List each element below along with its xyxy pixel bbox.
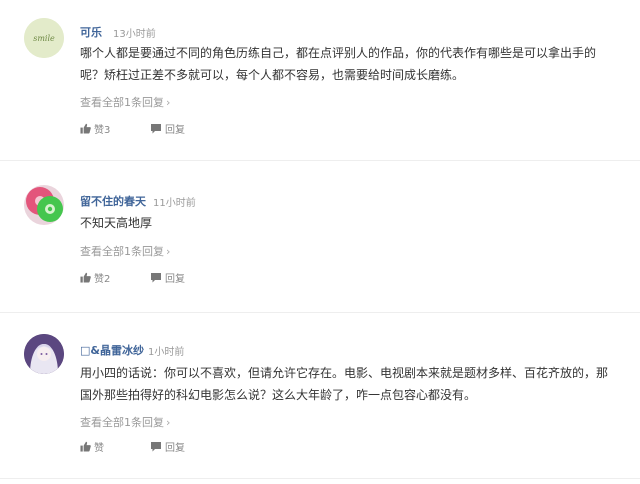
avatar[interactable]: [24, 185, 64, 225]
thumbs-up-icon: [80, 123, 91, 134]
reply-label: 回复: [165, 274, 185, 285]
reply-button[interactable]: 回复: [150, 270, 185, 285]
username[interactable]: 可乐: [80, 24, 102, 40]
like-count: 赞: [94, 443, 104, 454]
svg-text:smile: smile: [33, 34, 55, 43]
view-replies-link[interactable]: 查看全部1条回复 ›: [80, 243, 170, 259]
comment-icon: [151, 124, 161, 134]
reply-button[interactable]: 回复: [150, 439, 185, 454]
divider: [0, 312, 640, 313]
avatar-image: [24, 185, 64, 225]
like-button[interactable]: 赞: [80, 439, 104, 454]
reply-button[interactable]: 回复: [150, 121, 185, 136]
avatar-image: [24, 334, 64, 374]
avatar[interactable]: [24, 334, 64, 374]
timestamp: 1小时前: [148, 347, 185, 358]
like-count: 赞3: [94, 125, 111, 136]
view-replies-label: 查看全部1条回复: [80, 96, 164, 109]
thumbs-up-icon: [80, 272, 91, 283]
chevron-right-icon: ›: [166, 416, 171, 429]
view-replies-label: 查看全部1条回复: [80, 245, 164, 258]
comment-icon: [151, 273, 161, 283]
comment-text: 哪个人都是要通过不同的角色历练自己，都在点评别人的作品，你的代表作有哪些是可以拿…: [80, 46, 597, 82]
comment-text: 用小四的话说：你可以不喜欢，但请允许它存在。电影、电视剧本来就是题材多样、百花齐…: [80, 366, 609, 402]
username[interactable]: □&晶雷冰纱: [80, 342, 144, 358]
timestamp: 13小时前: [113, 29, 156, 40]
timestamp: 11小时前: [153, 198, 196, 209]
view-replies-label: 查看全部1条回复: [80, 416, 164, 429]
comment-icon: [151, 442, 161, 452]
comment-text: 不知天高地厚: [80, 216, 153, 230]
view-replies-link[interactable]: 查看全部1条回复 ›: [80, 94, 170, 110]
chevron-right-icon: ›: [166, 96, 171, 109]
like-button[interactable]: 赞3: [80, 121, 110, 136]
avatar-image: smile: [24, 18, 64, 58]
reply-label: 回复: [165, 443, 185, 454]
like-count: 赞2: [94, 274, 111, 285]
like-button[interactable]: 赞2: [80, 270, 110, 285]
thumbs-up-icon: [80, 441, 91, 452]
chevron-right-icon: ›: [166, 245, 171, 258]
reply-label: 回复: [165, 125, 185, 136]
divider: [0, 160, 640, 161]
view-replies-link[interactable]: 查看全部1条回复 ›: [80, 414, 170, 430]
divider: [0, 478, 640, 479]
avatar[interactable]: smile: [24, 18, 64, 58]
username[interactable]: 留不住的春天: [80, 193, 146, 209]
